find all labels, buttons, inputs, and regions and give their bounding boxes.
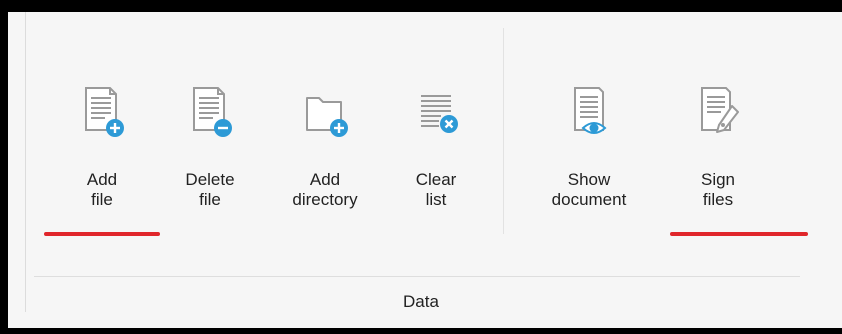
add-directory-icon (297, 84, 353, 144)
ribbon-left-border (25, 12, 26, 312)
clear-list-button[interactable]: Clear list (381, 80, 491, 230)
add-file-highlight (44, 232, 160, 236)
show-document-icon (561, 84, 617, 144)
add-directory-label-line1: Add (309, 170, 341, 189)
delete-file-label-line2: file (199, 190, 221, 209)
delete-file-label: Delete file (155, 170, 265, 210)
add-directory-button[interactable]: Add directory (270, 80, 380, 230)
add-file-label-line1: Add (86, 170, 118, 189)
sign-files-label: Sign files (663, 170, 773, 210)
clear-list-label-line1: Clear (415, 170, 457, 189)
show-document-label: Show document (534, 170, 644, 210)
clear-list-icon (408, 84, 464, 144)
add-file-button[interactable]: Add file (47, 80, 157, 230)
window-frame: Add file Delete file Add directory Clear… (0, 0, 842, 334)
delete-file-button[interactable]: Delete file (155, 80, 265, 230)
clear-list-label-line2: list (425, 190, 447, 209)
clear-list-label: Clear list (381, 170, 491, 210)
sign-files-label-line2: files (702, 190, 734, 209)
delete-file-label-line1: Delete (185, 170, 235, 189)
add-file-label: Add file (47, 170, 157, 210)
delete-file-icon (182, 84, 238, 144)
show-document-label-line2: document (551, 190, 627, 209)
add-file-icon (74, 84, 130, 144)
add-file-label-line2: file (91, 190, 113, 209)
sign-files-label-line1: Sign (700, 170, 736, 189)
show-document-button[interactable]: Show document (534, 80, 644, 230)
ribbon-separator (503, 28, 504, 234)
sign-files-button[interactable]: Sign files (663, 80, 773, 230)
group-divider (34, 276, 800, 277)
sign-files-highlight (670, 232, 808, 236)
show-document-label-line1: Show (567, 170, 611, 189)
add-directory-label-line2: directory (292, 190, 358, 209)
sign-files-icon (690, 84, 746, 144)
group-label-data: Data (403, 292, 439, 311)
add-directory-label: Add directory (270, 170, 380, 210)
